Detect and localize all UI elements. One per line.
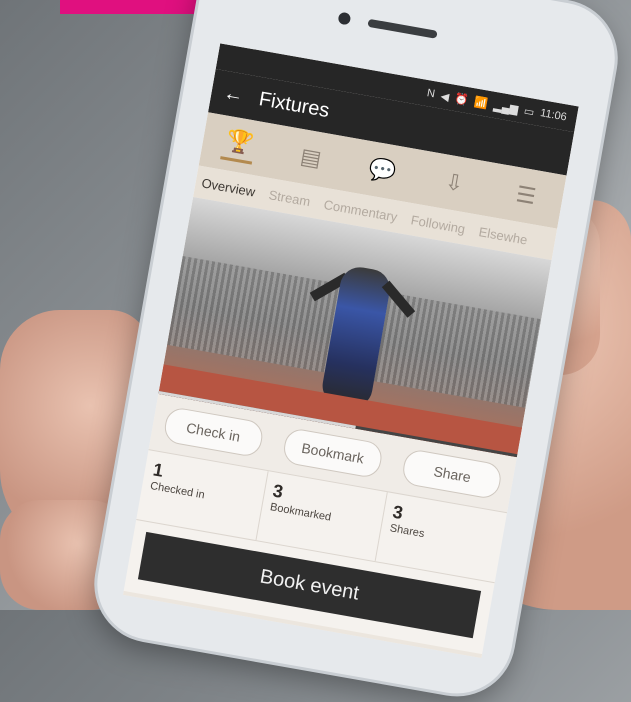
bookmark-button[interactable]: Bookmark (281, 426, 385, 480)
tab-overview[interactable]: Overview (201, 175, 257, 199)
status-time: 11:06 (539, 107, 568, 124)
powered-by-text: POWERED (124, 646, 188, 658)
tab-commentary[interactable]: Commentary (323, 196, 399, 224)
tab-stream[interactable]: Stream (268, 187, 312, 209)
battery-icon: ▭ (522, 104, 536, 119)
alarm-icon: ⏰ (453, 92, 470, 107)
share-button[interactable]: Share (400, 447, 504, 501)
wifi-icon: 📶 (473, 95, 489, 111)
volume-icon: ◀ (439, 90, 451, 104)
menu-icon[interactable]: ☰ (508, 180, 544, 211)
scoreboard-icon[interactable]: ▤ (293, 142, 329, 173)
tab-following[interactable]: Following (410, 212, 467, 236)
chat-icon[interactable]: 💬 (365, 155, 401, 186)
back-arrow-icon[interactable]: ← (222, 81, 246, 107)
phone-screen: N ◀ ⏰ 📶 ▂▄▆ ▭ 11:06 ← Fixtures 🏆 ▤ 💬 ⇩ ☰… (122, 43, 579, 659)
earpiece-speaker (367, 18, 438, 39)
inbox-download-icon[interactable]: ⇩ (436, 168, 472, 199)
nfc-icon: N (426, 87, 436, 101)
checkin-button[interactable]: Check in (161, 405, 265, 459)
front-camera (337, 11, 352, 26)
trophy-icon[interactable]: 🏆 (220, 126, 258, 165)
page-title: Fixtures (257, 87, 332, 122)
signal-icon: ▂▄▆ (492, 99, 520, 116)
tab-elsewhere[interactable]: Elsewhe (478, 224, 529, 247)
